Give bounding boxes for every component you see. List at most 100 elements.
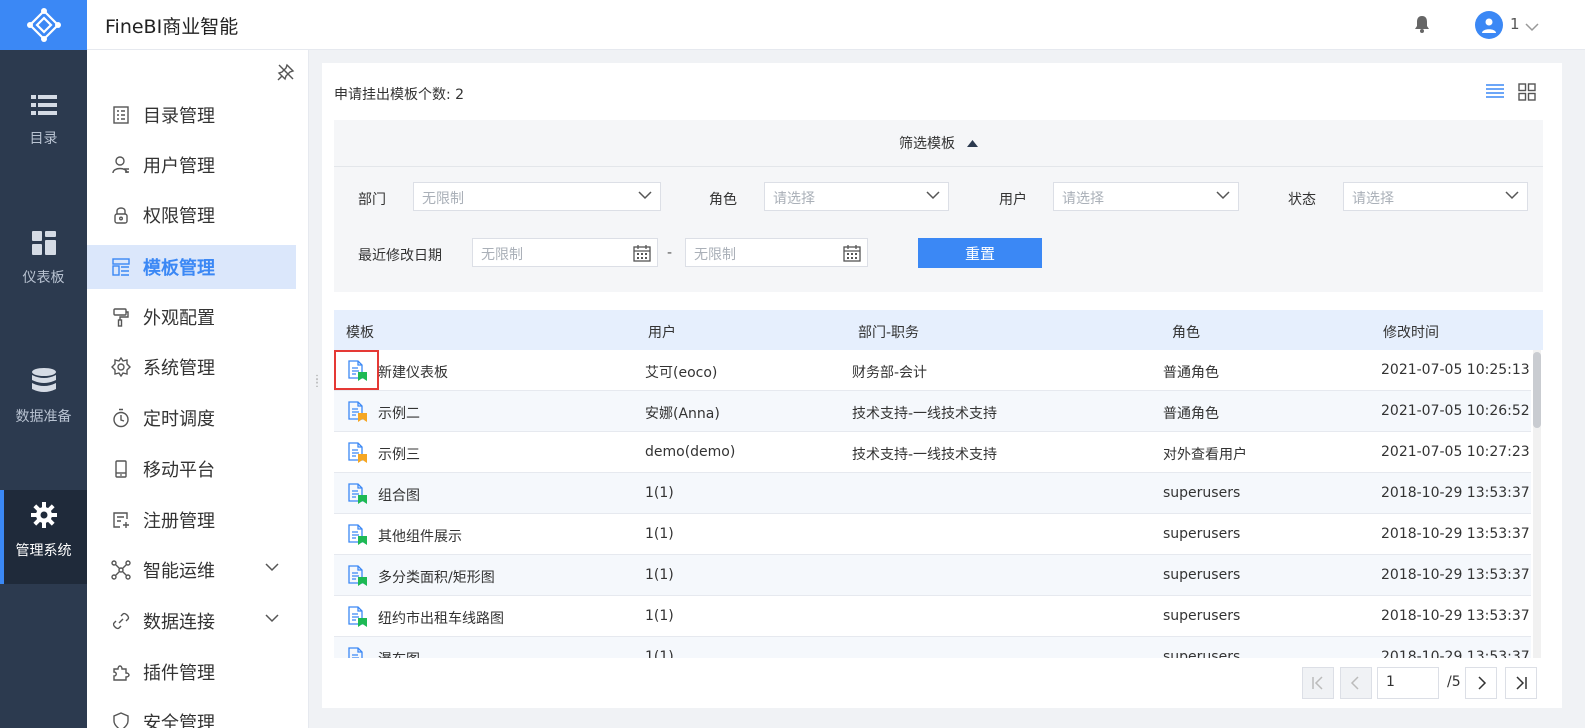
chevron-down-icon bbox=[926, 191, 940, 200]
template-name[interactable]: 组合图 bbox=[378, 485, 420, 505]
next-page-button[interactable] bbox=[1465, 667, 1497, 699]
admin-sidebar: 目录管理 用户管理 权限管理 模板管理 外观配置 系统管理 定时调度 移动平台 … bbox=[87, 50, 309, 728]
rail-item-data-prep[interactable]: 数据准备 bbox=[0, 368, 87, 458]
user-label: 用户 bbox=[999, 192, 1027, 208]
menu-item-appearance[interactable]: 外观配置 bbox=[87, 295, 296, 339]
template-name[interactable]: 新建仪表板 bbox=[378, 362, 448, 382]
chevron-down-icon[interactable] bbox=[265, 563, 279, 572]
template-modified: 2018-10-29 13:53:37 bbox=[1381, 485, 1530, 501]
menu-label: 用户管理 bbox=[143, 156, 215, 177]
template-name[interactable]: 示例二 bbox=[378, 403, 420, 423]
calendar-icon[interactable] bbox=[633, 244, 651, 262]
dept-select[interactable]: 无限制 bbox=[413, 182, 661, 211]
avatar[interactable] bbox=[1475, 11, 1503, 39]
template-user: demo(demo) bbox=[645, 444, 736, 460]
menu-label: 系统管理 bbox=[143, 358, 215, 379]
status-select[interactable]: 请选择 bbox=[1343, 182, 1528, 211]
last-page-button[interactable] bbox=[1505, 667, 1537, 699]
menu-item-templates[interactable]: 模板管理 bbox=[87, 245, 296, 289]
menu-item-plugins[interactable]: 插件管理 bbox=[87, 650, 296, 694]
template-name[interactable]: 纽约市出租车线路图 bbox=[378, 608, 504, 628]
reset-button[interactable]: 重置 bbox=[918, 238, 1042, 268]
table-row[interactable]: 示例二 安娜(Anna) 技术支持-一线技术支持 普通角色 2021-07-05 10:… bbox=[334, 391, 1531, 432]
column-header-dept[interactable]: 部门-职务 bbox=[858, 322, 919, 342]
paint-roller-icon bbox=[113, 308, 129, 327]
role-select[interactable]: 请选择 bbox=[764, 182, 949, 211]
template-user: 1(1) bbox=[645, 567, 674, 583]
prev-page-button[interactable] bbox=[1340, 667, 1372, 699]
menu-item-catalog[interactable]: 目录管理 bbox=[87, 93, 296, 137]
menu-label: 安全管理 bbox=[143, 713, 215, 728]
table-row[interactable]: 新建仪表板 艾可(eoco) 财务部-会计 普通角色 2021-07-05 10:25:… bbox=[334, 350, 1531, 391]
grid-view-icon[interactable] bbox=[1518, 83, 1536, 105]
bell-icon[interactable] bbox=[1414, 15, 1430, 37]
filter-toggle[interactable]: 筛选模板 bbox=[334, 120, 1543, 167]
chevron-down-icon[interactable] bbox=[265, 614, 279, 623]
calendar-icon[interactable] bbox=[843, 244, 861, 262]
template-file-green-flag-icon bbox=[347, 565, 369, 591]
template-name[interactable]: 多分类面积/矩形图 bbox=[378, 567, 495, 587]
menu-item-security[interactable]: 安全管理 bbox=[87, 700, 296, 728]
template-name[interactable]: 示例三 bbox=[378, 444, 420, 464]
menu-item-register[interactable]: 注册管理 bbox=[87, 498, 296, 542]
dashboard-icon bbox=[31, 231, 56, 255]
template-table: 模板 用户 部门-职务 角色 修改时间 新建仪表板 艾可(eoco) 财务部-会计普… bbox=[334, 310, 1543, 658]
filter-title: 筛选模板 bbox=[899, 136, 955, 152]
user-name[interactable]: 1 bbox=[1510, 15, 1520, 33]
catalog-icon bbox=[113, 106, 129, 124]
column-header-template[interactable]: 模板 bbox=[346, 322, 374, 342]
template-file-green-flag-icon bbox=[347, 524, 369, 550]
column-header-modified[interactable]: 修改时间 bbox=[1383, 322, 1439, 342]
table-row[interactable]: 其他组件展示 1(1) superusers 2018-10-29 13:53:37 bbox=[334, 514, 1531, 555]
pin-icon[interactable] bbox=[277, 63, 295, 85]
dept-label: 部门 bbox=[358, 192, 386, 208]
table-row[interactable]: 纽约市出租车线路图 1(1) superusers 2018-10-29 13:53:… bbox=[334, 596, 1531, 637]
menu-label: 权限管理 bbox=[143, 206, 215, 227]
highlight-box bbox=[334, 350, 379, 390]
rail-label: 管理系统 bbox=[15, 543, 72, 559]
column-header-role[interactable]: 角色 bbox=[1172, 322, 1200, 342]
menu-item-users[interactable]: 用户管理 bbox=[87, 143, 296, 187]
table-header: 模板 用户 部门-职务 角色 修改时间 bbox=[334, 310, 1543, 350]
table-row[interactable]: 组合图 1(1) superusers 2018-10-29 13:53:37 bbox=[334, 473, 1531, 514]
caret-up-icon bbox=[967, 139, 978, 147]
menu-item-permissions[interactable]: 权限管理 bbox=[87, 193, 296, 237]
template-role: superusers bbox=[1163, 649, 1241, 658]
date-from-input[interactable]: 无限制 bbox=[472, 238, 658, 267]
menu-item-ops[interactable]: 智能运维 bbox=[87, 548, 296, 592]
mobile-icon bbox=[115, 460, 127, 478]
table-row[interactable]: 瀑布图 1(1) superusers 2018-10-29 13:53:37 bbox=[334, 637, 1531, 658]
rail-item-admin[interactable]: 管理系统 bbox=[0, 490, 87, 584]
template-role: superusers bbox=[1163, 485, 1241, 501]
template-name[interactable]: 其他组件展示 bbox=[378, 526, 462, 546]
finebi-logo[interactable] bbox=[0, 0, 87, 50]
menu-item-schedule[interactable]: 定时调度 bbox=[87, 396, 296, 440]
first-page-button[interactable] bbox=[1302, 667, 1334, 699]
chevron-down-icon[interactable] bbox=[1525, 17, 1539, 36]
user-select[interactable]: 请选择 bbox=[1053, 182, 1239, 211]
menu-item-mobile[interactable]: 移动平台 bbox=[87, 447, 296, 491]
menu-label: 目录管理 bbox=[143, 106, 215, 127]
template-dept: 技术支持-一线技术支持 bbox=[852, 406, 998, 422]
table-row[interactable]: 示例三 demo(demo) 技术支持-一线技术支持 对外查看用户 2021-07-05… bbox=[334, 432, 1531, 473]
chevron-left-icon bbox=[1350, 676, 1359, 690]
list-view-icon[interactable] bbox=[1486, 83, 1504, 103]
template-role: superusers bbox=[1163, 608, 1241, 624]
column-header-user[interactable]: 用户 bbox=[648, 322, 676, 342]
template-name[interactable]: 瀑布图 bbox=[378, 649, 420, 658]
scrollbar-thumb[interactable] bbox=[1533, 352, 1541, 428]
date-to-value: 无限制 bbox=[694, 247, 736, 263]
menu-label: 模板管理 bbox=[143, 258, 215, 279]
menu-item-data-connection[interactable]: 数据连接 bbox=[87, 599, 296, 643]
rail-item-dashboard[interactable]: 仪表板 bbox=[0, 231, 87, 321]
gear-icon bbox=[30, 502, 57, 528]
resize-handle[interactable]: ⋮ ⋮ bbox=[312, 375, 322, 389]
menu-item-system[interactable]: 系统管理 bbox=[87, 345, 296, 389]
rail-item-catalog[interactable]: 目录 bbox=[0, 94, 87, 184]
template-panel: 申请挂出模板个数: 2 筛选模板 部门 无限制 角色 请选择 用户 请选择 状态… bbox=[322, 63, 1562, 708]
page-input[interactable]: 1 bbox=[1377, 667, 1439, 699]
date-to-input[interactable]: 无限制 bbox=[685, 238, 868, 267]
link-icon bbox=[112, 612, 130, 630]
table-row[interactable]: 多分类面积/矩形图 1(1) superusers 2018-10-29 13:53:… bbox=[334, 555, 1531, 596]
menu-label: 移动平台 bbox=[143, 460, 215, 481]
